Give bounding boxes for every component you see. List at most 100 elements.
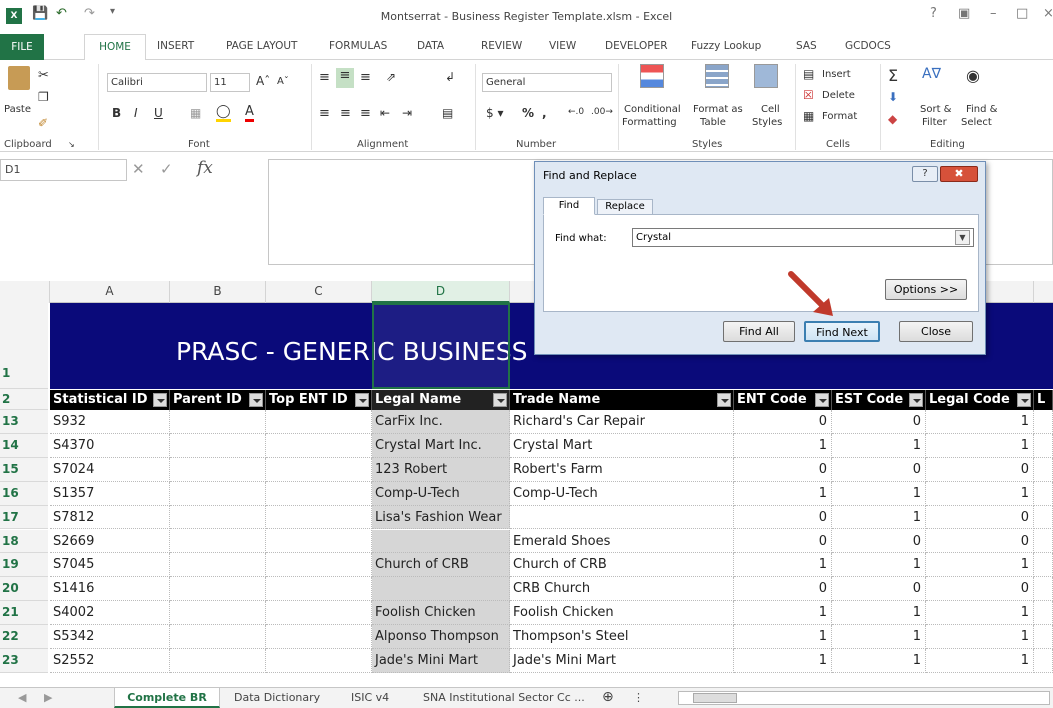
- tab-gcdocs[interactable]: GCDOCS: [845, 40, 891, 52]
- table-cell[interactable]: Comp-U-Tech: [510, 481, 734, 506]
- table-cell[interactable]: 0: [734, 529, 832, 554]
- table-cell[interactable]: [1034, 410, 1053, 434]
- tab-data[interactable]: DATA: [417, 40, 444, 52]
- table-cell[interactable]: 1: [926, 601, 1034, 626]
- table-cell[interactable]: [170, 649, 266, 673]
- table-cell[interactable]: [170, 410, 266, 434]
- tab-find[interactable]: Find: [543, 197, 595, 215]
- table-cell[interactable]: [266, 649, 372, 673]
- table-cell[interactable]: CRB Church: [510, 577, 734, 602]
- conditional-formatting-icon[interactable]: [640, 64, 664, 88]
- scroll-thumb[interactable]: [693, 693, 737, 703]
- maximize-icon[interactable]: □: [1016, 6, 1028, 26]
- sheet-tab-isic[interactable]: ISIC v4: [351, 688, 389, 708]
- insert-cells-button[interactable]: Insert: [822, 69, 851, 80]
- sheet-tab-data-dictionary[interactable]: Data Dictionary: [234, 688, 320, 708]
- table-cell[interactable]: [266, 505, 372, 530]
- sort-filter-icon[interactable]: A∇: [922, 66, 941, 82]
- help-icon[interactable]: ?: [930, 6, 937, 26]
- table-cell[interactable]: S4370: [50, 433, 170, 458]
- table-cell[interactable]: [170, 529, 266, 554]
- sheet-tab-complete-br[interactable]: Complete BR: [114, 688, 220, 708]
- table-cell[interactable]: 0: [926, 457, 1034, 482]
- table-cell[interactable]: 1: [734, 433, 832, 458]
- table-cell[interactable]: [266, 625, 372, 649]
- table-cell[interactable]: Crystal Mart Inc.: [372, 433, 510, 458]
- close-window-icon[interactable]: ×: [1043, 6, 1053, 26]
- table-cell[interactable]: 0: [926, 529, 1034, 554]
- table-cell[interactable]: Comp-U-Tech: [372, 481, 510, 506]
- table-cell[interactable]: 1: [926, 410, 1034, 434]
- format-cells-icon[interactable]: ▦: [803, 109, 814, 123]
- table-cell[interactable]: 1: [734, 625, 832, 649]
- table-cell[interactable]: [266, 553, 372, 578]
- find-select-button[interactable]: Find &: [966, 104, 997, 115]
- filter-dropdown-icon[interactable]: [909, 393, 923, 407]
- filter-dropdown-icon[interactable]: [1017, 393, 1031, 407]
- filter-dropdown-icon[interactable]: [249, 393, 263, 407]
- delete-cells-button[interactable]: Delete: [822, 90, 855, 101]
- table-cell[interactable]: [510, 505, 734, 530]
- table-cell[interactable]: Jade's Mini Mart: [372, 649, 510, 673]
- row-header[interactable]: 22: [0, 625, 48, 649]
- table-cell[interactable]: [1034, 457, 1053, 482]
- table-cell[interactable]: 0: [734, 457, 832, 482]
- options-button[interactable]: Options >>: [885, 279, 967, 300]
- table-cell[interactable]: Church of CRB: [510, 553, 734, 578]
- insert-cells-icon[interactable]: ▤: [803, 67, 814, 81]
- header-cell[interactable]: Top ENT ID: [266, 390, 372, 410]
- table-cell[interactable]: Robert's Farm: [510, 457, 734, 482]
- underline-icon[interactable]: U: [154, 106, 163, 120]
- increase-decimal-icon[interactable]: ←.0: [568, 107, 584, 117]
- middle-align-icon[interactable]: ≡: [336, 68, 354, 88]
- find-select-icon[interactable]: ◉: [966, 66, 980, 85]
- row-header[interactable]: 18: [0, 529, 48, 554]
- italic-icon[interactable]: I: [134, 106, 138, 120]
- align-center-icon[interactable]: ≡: [340, 106, 351, 121]
- table-cell[interactable]: [1034, 625, 1053, 649]
- header-cell[interactable]: ENT Code: [734, 390, 832, 410]
- font-name-select[interactable]: Calibri: [107, 73, 207, 92]
- tab-review[interactable]: REVIEW: [481, 40, 522, 52]
- table-cell[interactable]: [266, 577, 372, 602]
- header-cell[interactable]: Trade Name: [510, 390, 734, 410]
- table-cell[interactable]: [170, 505, 266, 530]
- header-cell[interactable]: Legal Code: [926, 390, 1034, 410]
- row-header[interactable]: 21: [0, 601, 48, 626]
- help-icon[interactable]: ?: [912, 166, 938, 182]
- table-cell[interactable]: 0: [734, 577, 832, 602]
- close-dialog-icon[interactable]: ✖: [940, 166, 978, 182]
- table-cell[interactable]: [1034, 505, 1053, 530]
- bold-icon[interactable]: B: [112, 106, 121, 120]
- copy-icon[interactable]: ❐: [38, 90, 49, 104]
- table-cell[interactable]: [1034, 601, 1053, 626]
- table-cell[interactable]: 0: [832, 457, 926, 482]
- table-cell[interactable]: S2669: [50, 529, 170, 554]
- clipboard-launcher-icon[interactable]: ↘: [68, 140, 75, 149]
- table-cell[interactable]: [170, 457, 266, 482]
- header-cell[interactable]: EST Code: [832, 390, 926, 410]
- add-sheet-icon[interactable]: ⊕: [602, 688, 614, 708]
- tab-home[interactable]: HOME: [84, 34, 146, 61]
- table-cell[interactable]: Lisa's Fashion Wear: [372, 505, 510, 530]
- tab-insert[interactable]: INSERT: [157, 40, 194, 52]
- table-cell[interactable]: [170, 601, 266, 626]
- borders-icon[interactable]: ▦: [190, 106, 201, 120]
- table-cell[interactable]: 1: [832, 601, 926, 626]
- table-cell[interactable]: [1034, 553, 1053, 578]
- table-cell[interactable]: 1: [832, 481, 926, 506]
- table-cell[interactable]: S2552: [50, 649, 170, 673]
- row-header[interactable]: 16: [0, 481, 48, 506]
- table-cell[interactable]: 1: [832, 553, 926, 578]
- table-cell[interactable]: Thompson's Steel: [510, 625, 734, 649]
- table-cell[interactable]: 0: [926, 505, 1034, 530]
- fill-color-icon[interactable]: ◯: [216, 104, 231, 122]
- table-cell[interactable]: 123 Robert: [372, 457, 510, 482]
- table-cell[interactable]: 0: [734, 505, 832, 530]
- table-cell[interactable]: S1357: [50, 481, 170, 506]
- column-header-a[interactable]: A: [50, 281, 170, 303]
- header-cell[interactable]: Parent ID: [170, 390, 266, 410]
- tab-view[interactable]: VIEW: [549, 40, 576, 52]
- table-cell[interactable]: Alponso Thompson: [372, 625, 510, 649]
- table-cell[interactable]: S1416: [50, 577, 170, 602]
